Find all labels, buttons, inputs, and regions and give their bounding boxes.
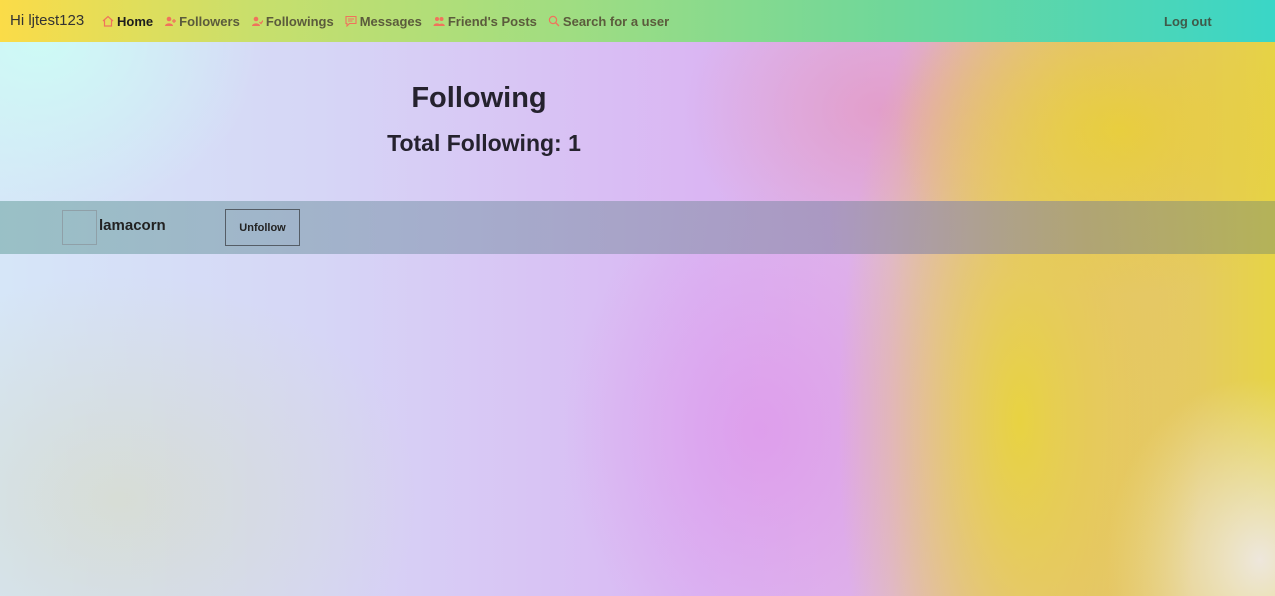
nav-search-user-label: Search for a user <box>562 13 670 29</box>
nav-followers-label: Followers <box>179 13 240 29</box>
nav-friends-posts[interactable]: Friend's Posts <box>433 14 537 29</box>
nav-followers[interactable]: Followers <box>164 14 240 29</box>
page-title: Following <box>411 82 547 114</box>
nav-links: Home Followers Followings Messages Frien… <box>102 0 680 42</box>
total-following-count: Total Following: 1 <box>387 130 581 156</box>
home-icon <box>102 15 114 27</box>
user-follow-icon <box>251 15 263 27</box>
unfollow-button[interactable]: Unfollow <box>225 209 300 246</box>
top-navbar: Hi ljtest123 Home Followers Followings M… <box>0 0 1275 42</box>
friends-icon <box>433 15 445 27</box>
message-icon <box>345 15 357 27</box>
nav-friends-posts-label: Friend's Posts <box>447 13 537 29</box>
logout-link[interactable]: Log out <box>1164 14 1212 29</box>
nav-followings[interactable]: Followings <box>251 14 334 29</box>
nav-messages-label: Messages <box>359 13 422 29</box>
nav-search-user[interactable]: Search for a user <box>548 14 669 29</box>
nav-messages[interactable]: Messages <box>345 14 422 29</box>
user-greeting: Hi ljtest123 <box>10 12 85 29</box>
search-icon <box>548 15 560 27</box>
following-username[interactable]: lamacorn <box>99 217 166 234</box>
avatar[interactable] <box>62 210 97 245</box>
user-add-icon <box>164 15 177 27</box>
nav-home-label: Home <box>117 13 154 29</box>
following-row: lamacorn Unfollow <box>0 201 1275 254</box>
nav-followings-label: Followings <box>265 13 334 29</box>
nav-home[interactable]: Home <box>102 14 153 29</box>
